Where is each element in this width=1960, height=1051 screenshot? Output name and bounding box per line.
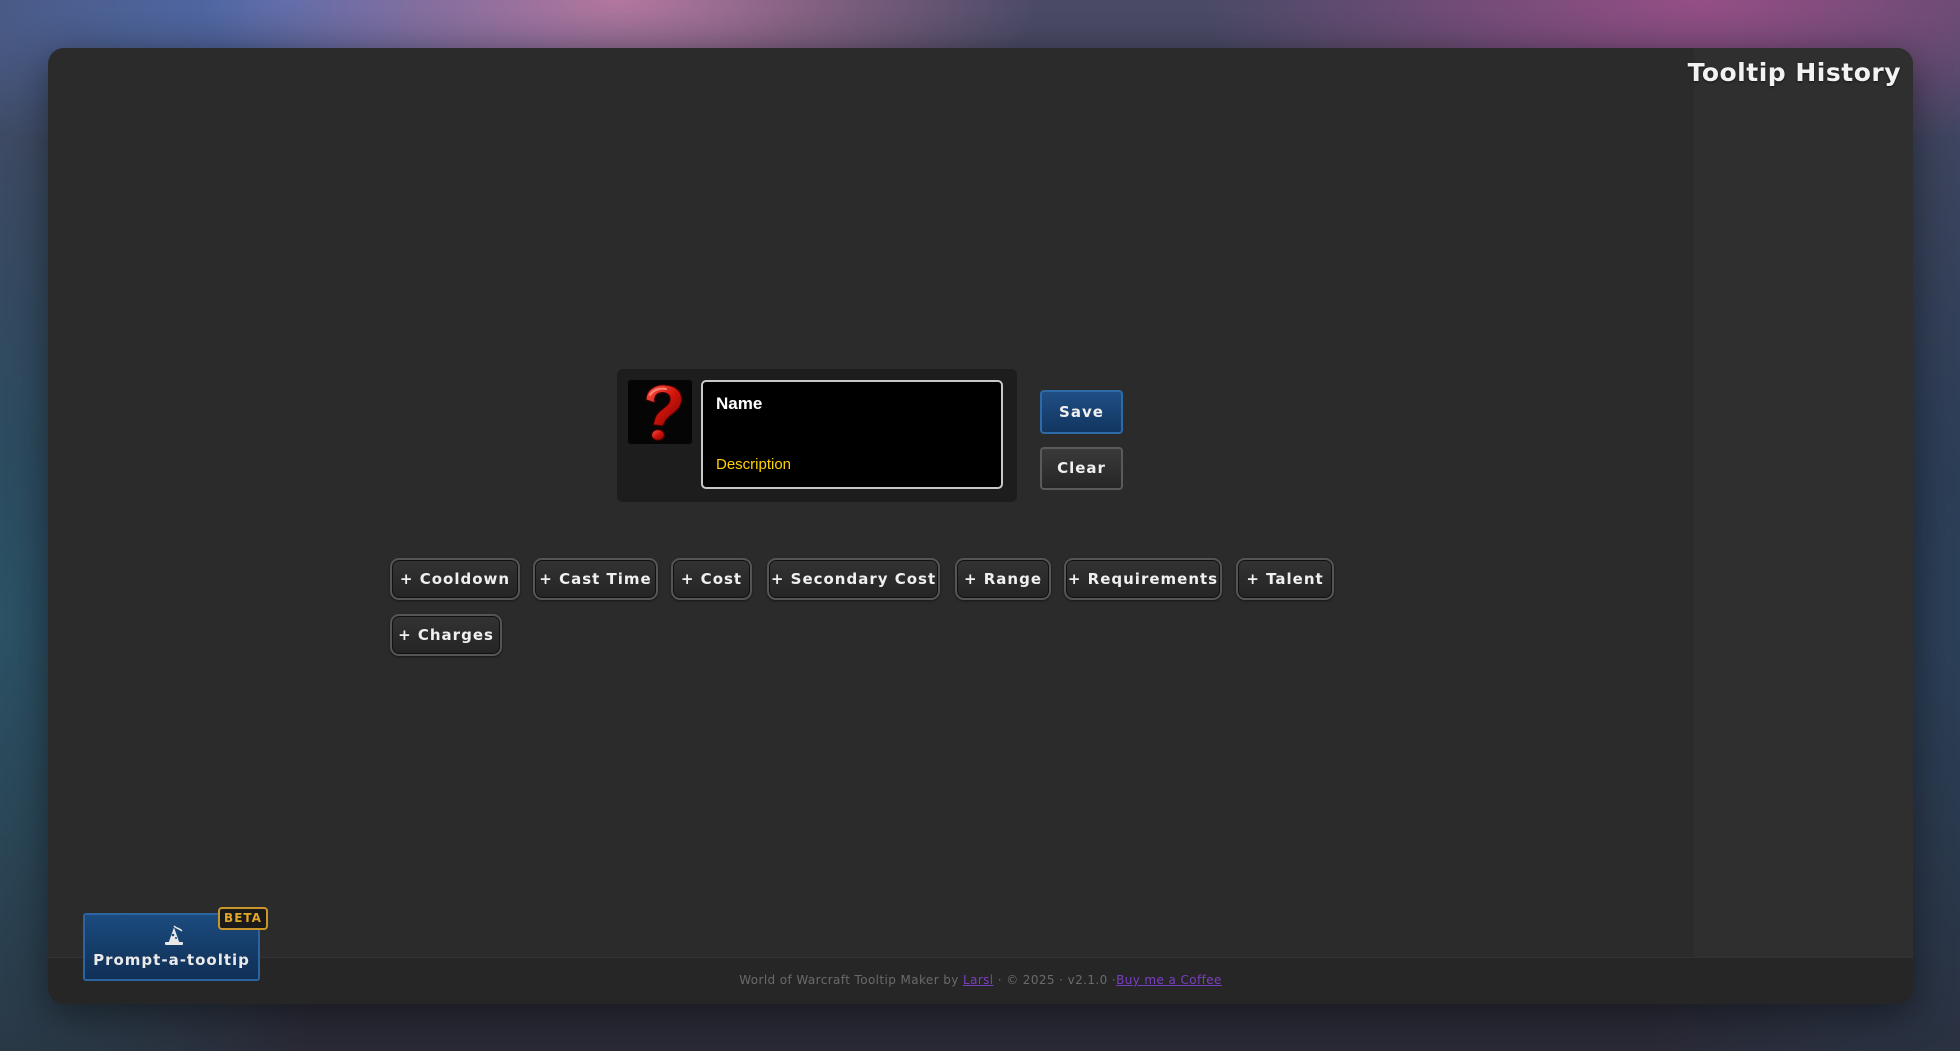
prompt-a-tooltip-label: Prompt-a-tooltip — [93, 951, 250, 969]
question-mark-icon[interactable] — [628, 380, 692, 444]
add-requirements-button[interactable]: + Requirements — [1064, 558, 1222, 600]
wizard-hat-icon — [163, 924, 185, 947]
beta-badge: BETA — [218, 907, 268, 930]
add-range-button[interactable]: + Range — [955, 558, 1051, 600]
footer-credit: World of Warcraft Tooltip Maker by — [739, 973, 963, 987]
footer: World of Warcraft Tooltip Maker by Larsl… — [48, 957, 1913, 1004]
add-cooldown-button[interactable]: + Cooldown — [390, 558, 520, 600]
add-cost-button[interactable]: + Cost — [671, 558, 752, 600]
author-link[interactable]: Larsl — [963, 973, 994, 987]
tooltip-box[interactable]: Name Description — [701, 380, 1003, 489]
clear-button[interactable]: Clear — [1040, 447, 1123, 490]
add-charges-button[interactable]: + Charges — [390, 614, 502, 656]
add-talent-button[interactable]: + Talent — [1236, 558, 1334, 600]
sidebar-title: Tooltip History — [1687, 58, 1901, 87]
buy-me-a-coffee-link[interactable]: Buy me a Coffee — [1116, 973, 1222, 987]
tooltip-preview: Name Description — [617, 369, 1017, 502]
tooltip-name[interactable]: Name — [716, 394, 762, 414]
save-button[interactable]: Save — [1040, 390, 1123, 434]
footer-text: World of Warcraft Tooltip Maker by Larsl… — [48, 973, 1913, 987]
tooltip-description[interactable]: Description — [716, 456, 791, 473]
footer-version: · © 2025 · v2.1.0 · — [993, 973, 1117, 987]
add-cast-time-button[interactable]: + Cast Time — [533, 558, 658, 600]
app-window: Tooltip History Name Description Save Cl… — [48, 48, 1913, 1004]
add-secondary-cost-button[interactable]: + Secondary Cost — [767, 558, 940, 600]
tooltip-history-sidebar: Tooltip History — [1688, 48, 1913, 958]
